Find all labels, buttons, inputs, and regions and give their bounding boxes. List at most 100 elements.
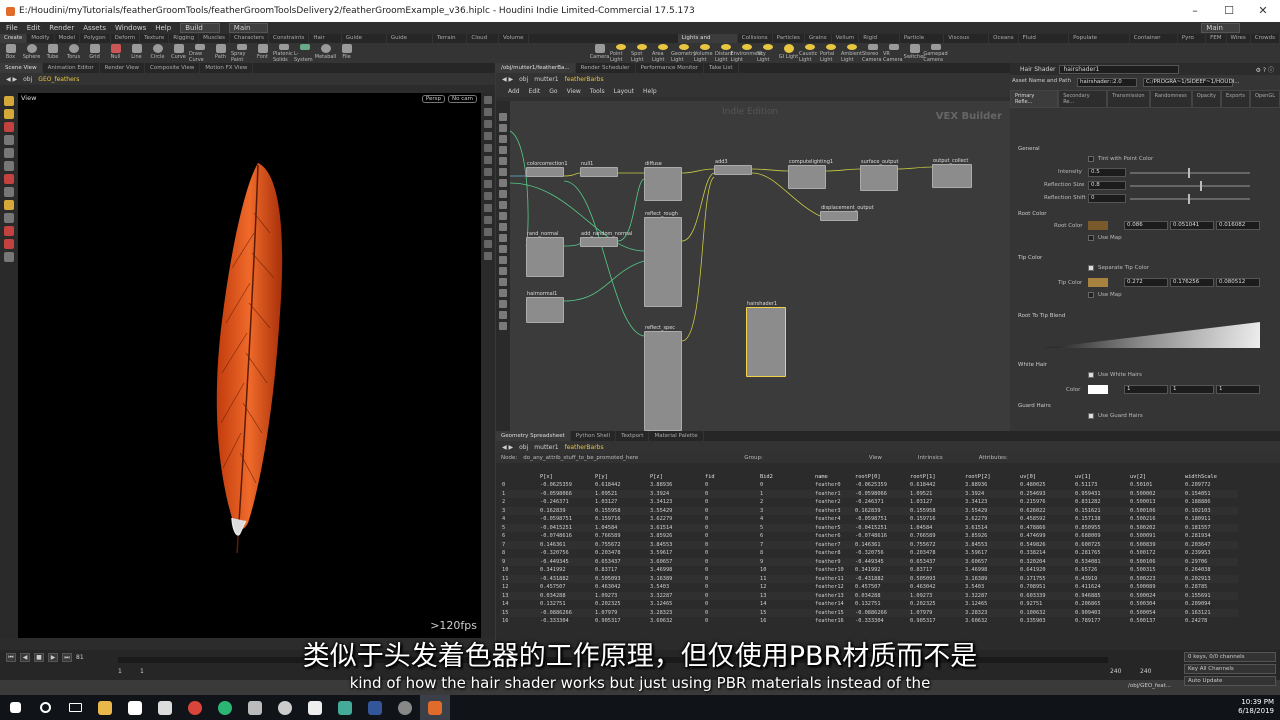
menu-edit[interactable]: Edit	[27, 24, 41, 32]
area-light-tool[interactable]: Area Light	[652, 43, 673, 63]
tip-color-swatch[interactable]	[1088, 278, 1108, 287]
path-obj[interactable]: obj	[23, 76, 32, 83]
tool-icon[interactable]	[499, 267, 507, 275]
desktop-select-2[interactable]: Main	[228, 23, 268, 33]
vr-camera-tool[interactable]: VR Camera	[883, 43, 904, 63]
menu-render[interactable]: Render	[49, 24, 74, 32]
path-tool[interactable]: Path	[210, 43, 231, 63]
tool-icon[interactable]	[499, 179, 507, 187]
shelf-tab[interactable]: Wires	[1227, 34, 1251, 43]
shelf-tab[interactable]: Grains	[805, 34, 832, 43]
tab-animation-editor[interactable]: Animation Editor	[43, 63, 100, 73]
tab-geometry-spreadsheet[interactable]: Geometry Spreadsheet	[496, 431, 571, 441]
taskbar-explorer[interactable]	[90, 695, 120, 720]
shelf-tab[interactable]: Particles	[773, 34, 805, 43]
root-b-field[interactable]: 0.016082	[1216, 221, 1260, 230]
node-name-field[interactable]: hairshader1	[1059, 64, 1180, 74]
display-option-icon[interactable]	[484, 168, 492, 176]
desktop-select[interactable]: Build	[180, 23, 220, 33]
tab-render-scheduler[interactable]: Render Scheduler	[576, 63, 636, 73]
shelf-tab[interactable]: Particle Fluids	[900, 34, 945, 50]
node-null[interactable]: null1	[580, 161, 618, 177]
menu-assets[interactable]: Assets	[83, 24, 106, 32]
column-header[interactable]: P[x]	[538, 472, 593, 481]
shelf-tab[interactable]: Rigging	[169, 34, 200, 43]
table-row[interactable]: 0 -0.0625359 0.618442 3.88936 0 0 feather0 -0.0…	[500, 481, 1238, 490]
column-header[interactable]: rootP[1]	[908, 472, 963, 481]
shelf-tab[interactable]: Constraints	[269, 34, 310, 43]
taskbar-app[interactable]	[390, 695, 420, 720]
column-header[interactable]: P[z]	[648, 472, 703, 481]
geometry-light-tool[interactable]: Geometry Light	[671, 43, 696, 63]
shelf-tab[interactable]: Terrain FX	[433, 34, 468, 50]
task-view-button[interactable]	[60, 695, 90, 720]
refl-shift-field[interactable]: 0	[1088, 194, 1126, 203]
table-row[interactable]: 1 -0.0598066 1.09521 3.3924 0 1 feather1 -0.059…	[500, 489, 1238, 498]
column-header[interactable]	[500, 472, 538, 481]
back-arrow-icon[interactable]: ◀ ▶	[502, 444, 513, 451]
table-row[interactable]: 5 -0.0415251 1.04584 3.61514 0 5 feather5 -0.04…	[500, 523, 1238, 532]
tool-icon[interactable]	[499, 278, 507, 286]
tab-transmission[interactable]: Transmission	[1107, 90, 1150, 108]
shelf-tab[interactable]: Characters	[230, 34, 270, 43]
volume-light-tool[interactable]: Volume Light	[694, 43, 715, 63]
node-add3[interactable]: add3	[714, 159, 752, 175]
node-reflect-rough[interactable]: reflect_rough	[644, 211, 682, 307]
taskbar-app[interactable]	[300, 695, 330, 720]
gi-light-tool[interactable]: GI Light	[778, 43, 799, 63]
tab-motion-fx-view[interactable]: Motion FX View	[200, 63, 254, 73]
path-mutter[interactable]: mutter1	[534, 444, 558, 451]
rotate-tool-icon[interactable]	[4, 148, 14, 158]
tool-icon[interactable]	[499, 311, 507, 319]
3d-viewport[interactable]: View Persp No cam >120fps	[18, 93, 481, 638]
tab-take-list[interactable]: Take List	[704, 63, 739, 73]
asset-path-field[interactable]: C:/PROGRA~1/SIDEEF~1/HOUDI...	[1142, 78, 1240, 87]
tab-primary-reflect[interactable]: Primary Refle...	[1010, 90, 1059, 108]
view-tool-icon[interactable]	[4, 109, 14, 119]
tab-opengl[interactable]: OpenGL	[1249, 90, 1280, 108]
tool-icon[interactable]	[499, 190, 507, 198]
camera-tool[interactable]: Camera	[589, 43, 610, 63]
display-option-icon[interactable]	[484, 228, 492, 236]
tab-performance-monitor[interactable]: Performance Monitor	[636, 63, 705, 73]
refl-shift-slider[interactable]	[1130, 194, 1250, 204]
light-tool-icon[interactable]	[4, 200, 14, 210]
right-desktop-select[interactable]: Main	[1201, 23, 1240, 33]
shelf-tab[interactable]: Viscous Fluids	[944, 34, 990, 50]
torus-tool[interactable]: Torus	[63, 43, 84, 63]
tab-material-palette[interactable]: Material Palette	[649, 431, 704, 441]
null-tool[interactable]: Null	[105, 43, 126, 63]
node-output-collect[interactable]: output_collect	[932, 158, 972, 188]
taskbar-app[interactable]	[330, 695, 360, 720]
node-surface-output[interactable]: surface_output	[860, 159, 898, 191]
intensity-field[interactable]: 0.5	[1088, 168, 1126, 177]
search-button[interactable]	[30, 695, 60, 720]
white-b-field[interactable]: 1	[1216, 385, 1260, 394]
tab-randomness[interactable]: Randomness	[1149, 90, 1192, 108]
tool-icon[interactable]	[499, 300, 507, 308]
table-row[interactable]: 6 -0.0748616 0.766589 3.85926 0 6 feather6 -0.0…	[500, 532, 1238, 541]
root-use-map-checkbox[interactable]	[1088, 235, 1094, 241]
box-tool[interactable]: Box	[0, 43, 21, 63]
column-header[interactable]: uv[0]	[1018, 472, 1073, 481]
tool-icon[interactable]	[499, 201, 507, 209]
tab-network[interactable]: /obj/mutter1/featherBa...	[496, 63, 576, 73]
tab-opacity[interactable]: Opacity	[1191, 90, 1221, 108]
shelf-tab[interactable]: Texture	[140, 34, 170, 43]
tab-render-view[interactable]: Render View	[100, 63, 146, 73]
display-option-icon[interactable]	[484, 180, 492, 188]
tab-textport[interactable]: Textport	[616, 431, 650, 441]
use-guard-checkbox[interactable]	[1088, 413, 1094, 419]
tool-icon[interactable]	[499, 234, 507, 242]
shelf-tab[interactable]: Model	[55, 34, 81, 43]
table-row[interactable]: 11 -0.431882 0.505093 3.16389 0 11 feather11 -0…	[500, 574, 1238, 583]
menu-help[interactable]: Help	[155, 24, 171, 32]
display-option-icon[interactable]	[484, 108, 492, 116]
start-button[interactable]	[0, 695, 30, 720]
shelf-tab[interactable]: Guide Brushes	[387, 34, 434, 50]
brush-tool-icon[interactable]	[4, 187, 14, 197]
draw-curve-tool[interactable]: Draw Curve	[189, 43, 210, 63]
node-hairshader[interactable]: hairshader1	[746, 301, 786, 377]
taskbar-store[interactable]	[120, 695, 150, 720]
menu-file[interactable]: File	[6, 24, 18, 32]
